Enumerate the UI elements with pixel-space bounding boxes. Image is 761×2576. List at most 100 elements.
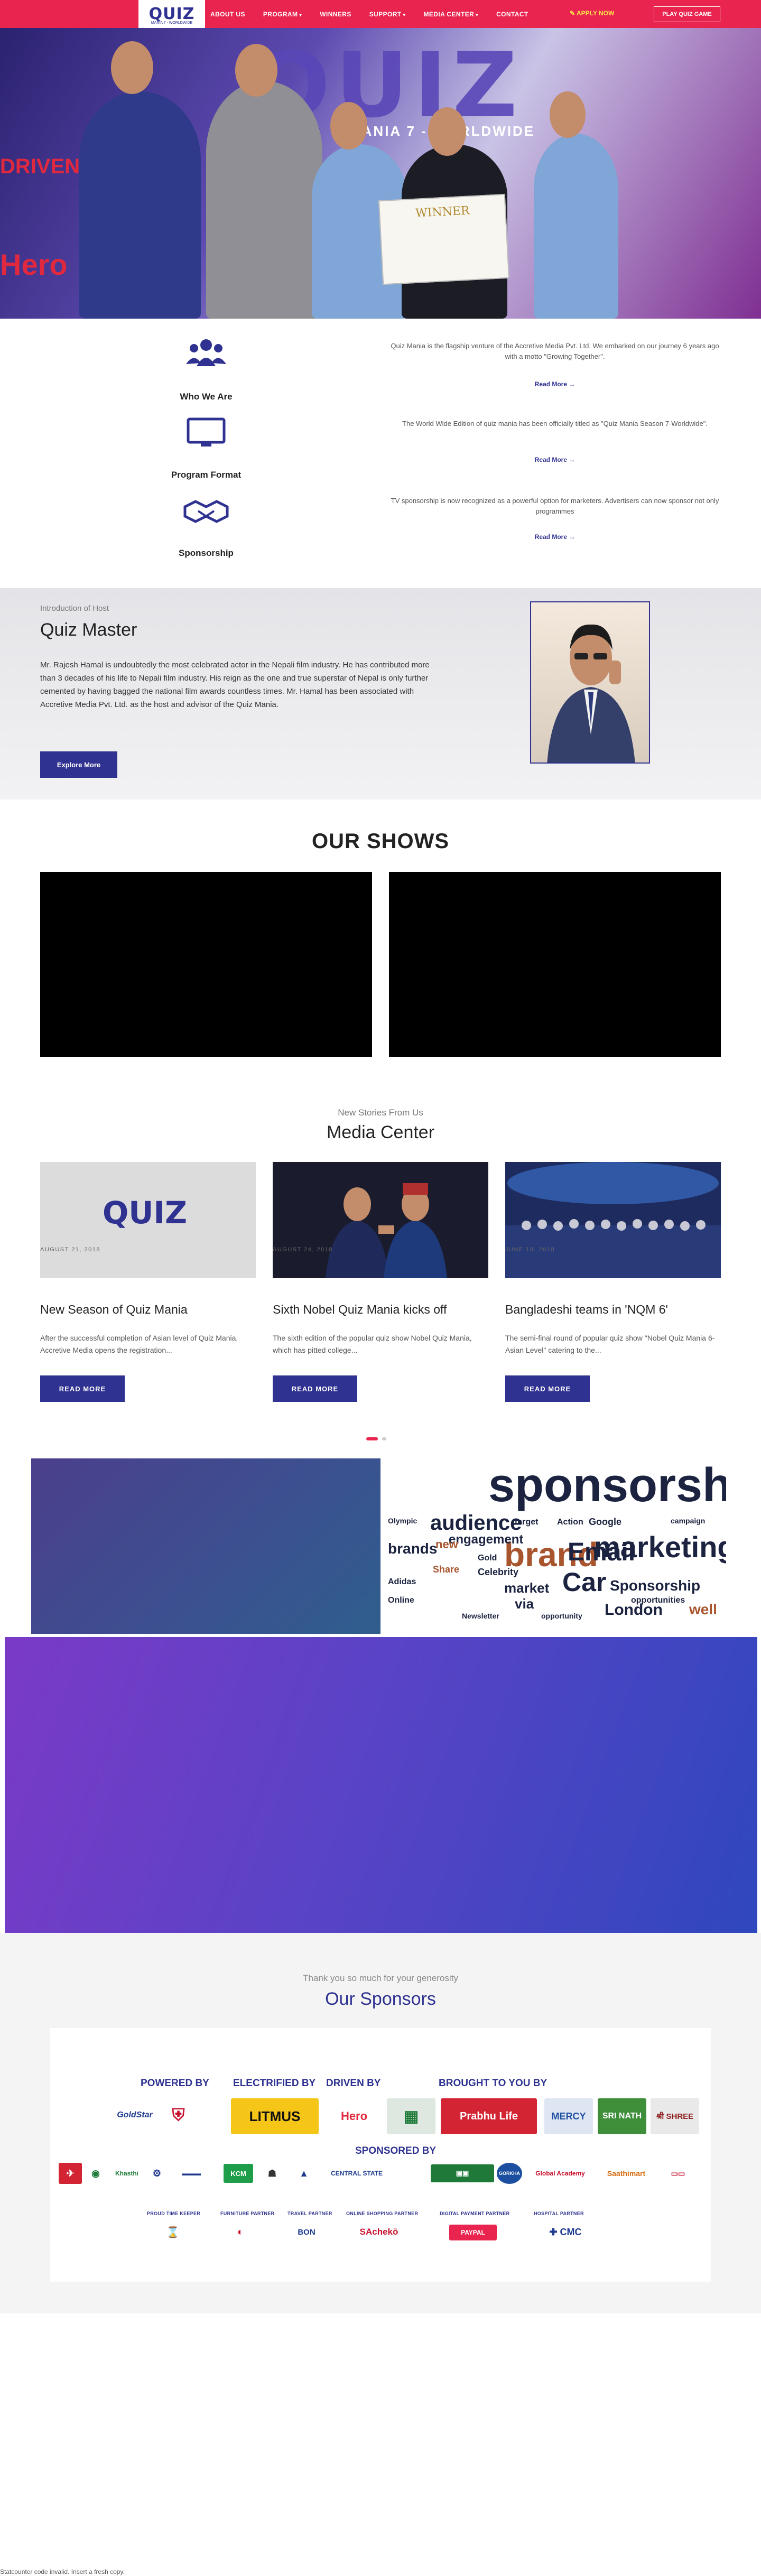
nav-about-us[interactable]: ABOUT US <box>210 11 245 18</box>
apply-now-link[interactable]: ✎ APPLY NOW <box>570 10 614 17</box>
central-state-logo[interactable]: CENTRAL STATE <box>325 2163 388 2184</box>
partner-label: FURNITURE PARTNER <box>220 2211 275 2216</box>
play-quiz-game-button[interactable]: PLAY QUIZ GAME <box>654 6 720 22</box>
news-card-image[interactable] <box>505 1162 721 1278</box>
person-head <box>330 102 367 150</box>
news-card-title[interactable]: Bangladeshi teams in 'NQM 6' <box>505 1303 668 1317</box>
sponsor-logo[interactable]: Khasthi <box>108 2163 145 2184</box>
partner-label: TRAVEL PARTNER <box>287 2211 332 2216</box>
handshake-icon <box>182 495 230 533</box>
nav-contact[interactable]: CONTACT <box>496 11 528 18</box>
news-card-excerpt: After the successful completion of Asian… <box>40 1334 238 1354</box>
cloud-word: Google <box>589 1517 621 1527</box>
explore-more-button[interactable]: Explore More <box>40 751 117 778</box>
nav-program[interactable]: PROGRAM ▾ <box>263 11 302 18</box>
partner-label: HOSPITAL PARTNER <box>534 2211 584 2216</box>
cloud-word: brands <box>388 1540 438 1557</box>
timekeeper-logo[interactable]: ⌛ <box>162 2222 183 2242</box>
read-more-link[interactable]: Read More → <box>518 456 592 463</box>
gorkha-logo[interactable]: GORKHA <box>497 2163 522 2184</box>
cloud-word: Sponsorship <box>610 1577 701 1594</box>
read-more-button[interactable]: READ MORE <box>273 1375 357 1402</box>
cloud-word: via <box>515 1596 534 1612</box>
shows-title: OUR SHOWS <box>311 830 450 853</box>
litmus-logo[interactable]: LITMUS <box>231 2098 319 2134</box>
driven-by-heading: DRIVEN BY <box>326 2078 381 2089</box>
sponsors-title: Our Sponsors <box>325 1989 436 2009</box>
read-more-button[interactable]: READ MORE <box>505 1375 590 1402</box>
sponsor-logo[interactable]: ◉ <box>85 2163 106 2184</box>
travel-logo[interactable]: BON <box>291 2222 322 2242</box>
furniture-logo[interactable]: ◐ <box>230 2222 251 2242</box>
digital-payment-logo[interactable]: PAYPAL <box>449 2225 497 2240</box>
news-card-image[interactable] <box>273 1162 488 1278</box>
sponsors-pretitle: Thank you so much for your generosity <box>303 1973 458 1983</box>
cloud-word: sponsorship <box>488 1459 726 1512</box>
media-pretitle: New Stories From Us <box>338 1108 423 1118</box>
services-section: Who We Are Program Format Sponsorship Qu… <box>0 319 761 588</box>
person-figure <box>206 81 322 319</box>
electrified-by-heading: ELECTRIFIED BY <box>233 2078 316 2089</box>
news-card-title[interactable]: Sixth Nobel Quiz Mania kicks off <box>273 1303 447 1317</box>
cloud-word: Adidas <box>388 1577 416 1586</box>
nav-support[interactable]: SUPPORT ▾ <box>369 11 406 18</box>
sponsored-by-heading: SPONSORED BY <box>355 2145 437 2156</box>
sponsor-logo[interactable]: KCM <box>224 2164 253 2183</box>
hero-logo[interactable]: Hero <box>330 2098 378 2134</box>
sri-nath-logo[interactable]: SRI NATH <box>598 2098 646 2134</box>
goldstar-logo[interactable]: GoldStar <box>108 2105 161 2126</box>
sponsorship-word-cloud: sponsorship audience brand Email marketi… <box>383 1458 726 1634</box>
hero-image: QUIZ MANIA 7 - WORLDWIDE DRIVEN Hero WIN… <box>0 28 761 319</box>
cloud-word: target <box>515 1518 539 1527</box>
global-academy-logo[interactable]: Global Academy <box>526 2161 595 2186</box>
sponsor-logo[interactable]: ⚙ <box>147 2163 166 2184</box>
service-text: The World Wide Edition of quiz mania has… <box>402 420 708 427</box>
person-figure <box>79 91 201 319</box>
cmc-logo[interactable]: ✚ CMC <box>539 2222 592 2242</box>
sponsorship-banner-left <box>31 1458 380 1634</box>
quiz-master-pretitle: Introduction of Host <box>40 604 109 613</box>
online-shopping-logo[interactable]: SAchekō <box>347 2222 411 2242</box>
read-more-link[interactable]: Read More → <box>518 533 592 541</box>
brought-to-you-heading: BROUGHT TO YOU BY <box>439 2078 547 2089</box>
cloud-word: Olympic <box>388 1517 417 1525</box>
powered-by-heading: POWERED BY <box>141 2078 209 2089</box>
partner-label: ONLINE SHOPPING PARTNER <box>346 2211 419 2216</box>
cloud-word: Celebrity <box>478 1567 519 1577</box>
video-player[interactable] <box>40 872 372 1057</box>
cloud-word: audience <box>430 1511 522 1535</box>
news-card-image[interactable]: QUIZ <box>40 1162 256 1278</box>
bank-logo[interactable]: ▦ <box>387 2098 435 2134</box>
statcounter-notice: Statcounter code invalid. Insert a fresh… <box>0 2568 125 2575</box>
person-head <box>111 41 153 94</box>
news-card-title[interactable]: New Season of Quiz Mania <box>40 1303 188 1317</box>
saathimart-logo[interactable]: Saathimart <box>600 2163 653 2184</box>
carousel-dot[interactable] <box>382 1437 386 1440</box>
news-card-date: JUNE 18, 2018 <box>505 1247 555 1253</box>
quiz-master-description: Mr. Rajesh Hamal is undoubtedly the most… <box>40 661 430 709</box>
cloud-word: Online <box>388 1596 414 1605</box>
carousel-dot-active[interactable] <box>366 1437 378 1440</box>
video-player[interactable] <box>389 872 721 1057</box>
header-bar: QUIZ MANIA 7 - WORLDWIDE ABOUT US PROGRA… <box>0 0 761 28</box>
sponsor-logo[interactable]: ▲ <box>293 2163 314 2184</box>
site-logo[interactable]: QUIZ MANIA 7 - WORLDWIDE <box>138 0 205 28</box>
sponsor-logo[interactable]: ▣▣ <box>431 2164 494 2182</box>
nav-winners[interactable]: WINNERS <box>320 11 351 18</box>
prabhu-life-logo[interactable]: Prabhu Life <box>441 2098 537 2134</box>
main-nav: ABOUT US PROGRAM ▾ WINNERS SUPPORT ▾ MEDIA… <box>210 0 528 28</box>
shree-logo[interactable]: श्री SHREE <box>651 2098 699 2134</box>
nav-media-center[interactable]: MEDIA CENTER ▾ <box>423 11 478 18</box>
monitor-icon <box>182 417 230 455</box>
sponsor-logo[interactable]: ▭▭ <box>658 2163 698 2184</box>
cloud-word: Action <box>557 1518 583 1527</box>
read-more-button[interactable]: READ MORE <box>40 1375 125 1402</box>
users-icon <box>182 337 230 375</box>
person-figure <box>534 134 618 319</box>
sponsor-logo[interactable]: ☗ <box>262 2163 283 2184</box>
read-more-link[interactable]: Read More → <box>518 380 592 388</box>
nepal-army-logo[interactable]: ⛨ <box>164 2099 193 2131</box>
mercy-logo[interactable]: MERCY <box>544 2098 593 2134</box>
airlines-logo[interactable]: ✈ <box>59 2163 82 2184</box>
sponsor-logo[interactable]: ▬▬▬ <box>168 2163 215 2184</box>
